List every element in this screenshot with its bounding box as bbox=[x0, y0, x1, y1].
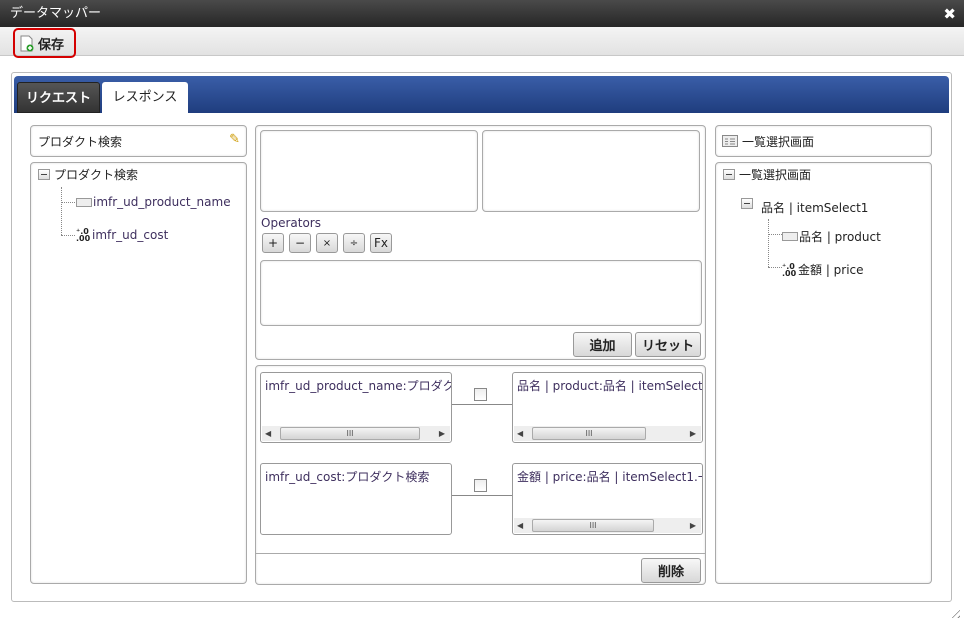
mapping-connector bbox=[452, 404, 512, 405]
tree-root-label: 一覧選択画面 bbox=[739, 168, 812, 182]
new-document-icon bbox=[20, 35, 34, 51]
number-field-icon: ⁺.0.00 bbox=[782, 261, 797, 278]
target-expression-field[interactable] bbox=[482, 130, 700, 212]
divide-button[interactable]: ÷ bbox=[343, 233, 365, 253]
mapping-checkbox[interactable] bbox=[474, 388, 487, 401]
tree-line bbox=[768, 219, 769, 267]
toolbar: 保存 bbox=[0, 27, 964, 58]
source-header-title: プロダクト検索 bbox=[38, 134, 123, 149]
mapping-source-text: imfr_ud_cost:プロダクト検索 bbox=[265, 470, 430, 484]
tree-root[interactable]: 一覧選択画面 bbox=[723, 166, 811, 183]
collapse-icon[interactable] bbox=[38, 169, 50, 180]
divider bbox=[256, 553, 705, 554]
target-header-title: 一覧選択画面 bbox=[742, 134, 815, 149]
mapping-target-text: 品名 | product:品名 | itemSelect1.一 bbox=[517, 379, 703, 393]
tree-node[interactable]: ⁺.0.00 imfr_ud_cost bbox=[76, 227, 169, 243]
plus-button[interactable]: + bbox=[262, 233, 284, 253]
edit-pencil-icon[interactable]: ✎ bbox=[229, 132, 240, 147]
expression-textarea[interactable] bbox=[260, 260, 702, 326]
horizontal-scrollbar[interactable]: ◀ III ▶ bbox=[514, 426, 701, 441]
tree-line bbox=[61, 187, 62, 235]
window-titlebar: データマッパー bbox=[0, 0, 964, 27]
tree-root[interactable]: プロダクト検索 bbox=[38, 166, 138, 183]
mapping-connector bbox=[452, 495, 512, 496]
function-button[interactable]: Fx bbox=[370, 233, 392, 253]
reset-button[interactable]: リセット bbox=[635, 332, 701, 357]
mapping-target[interactable]: 金額 | price:品名 | itemSelect1.一覧 ◀ III ▶ bbox=[512, 463, 703, 535]
resize-grip-icon[interactable] bbox=[948, 606, 960, 618]
save-label: 保存 bbox=[38, 37, 65, 53]
multiply-button[interactable]: × bbox=[316, 233, 338, 253]
tree-node-label: 金額 | price bbox=[798, 263, 864, 277]
source-tree: プロダクト検索 imfr_ud_product_name ⁺.0.00 imfr_… bbox=[30, 162, 247, 584]
horizontal-scrollbar[interactable]: ◀ III ▶ bbox=[262, 426, 450, 441]
collapse-icon[interactable] bbox=[741, 198, 753, 209]
mapping-source[interactable]: imfr_ud_cost:プロダクト検索 bbox=[260, 463, 452, 535]
tab-response[interactable]: レスポンス bbox=[102, 82, 188, 113]
collapse-icon[interactable] bbox=[723, 169, 735, 180]
source-header: プロダクト検索 ✎ bbox=[30, 125, 247, 157]
add-button[interactable]: 追加 bbox=[573, 332, 632, 357]
minus-button[interactable]: − bbox=[289, 233, 311, 253]
tab-bar: リクエスト レスポンス bbox=[14, 76, 949, 113]
list-screen-icon bbox=[722, 135, 738, 147]
tab-request[interactable]: リクエスト bbox=[17, 82, 100, 113]
close-icon[interactable]: ✖ bbox=[943, 0, 956, 29]
mapping-source[interactable]: imfr_ud_product_name:プロダクト検 ◀III▶ bbox=[260, 372, 452, 443]
tree-group[interactable]: 品名 | itemSelect1 bbox=[741, 195, 868, 215]
mapping-target-text: 金額 | price:品名 | itemSelect1.一覧 bbox=[517, 470, 703, 484]
tree-line bbox=[61, 235, 75, 236]
source-expression-field[interactable] bbox=[260, 130, 478, 212]
tree-line bbox=[768, 234, 782, 235]
save-button[interactable]: 保存 bbox=[13, 28, 76, 58]
tree-root-label: プロダクト検索 bbox=[54, 168, 139, 182]
tree-node[interactable]: ⁺.0.00 金額 | price bbox=[782, 261, 864, 278]
delete-button[interactable]: 削除 bbox=[641, 558, 701, 583]
tree-node-label: imfr_ud_cost bbox=[92, 228, 169, 242]
tree-line bbox=[61, 202, 75, 203]
target-tree: 一覧選択画面 品名 | itemSelect1 品名 | product ⁺.0… bbox=[715, 162, 932, 584]
text-field-icon bbox=[76, 197, 92, 207]
window-title: データマッパー bbox=[10, 6, 102, 21]
horizontal-scrollbar[interactable]: ◀ III ▶ bbox=[514, 518, 701, 533]
mapping-checkbox[interactable] bbox=[474, 479, 487, 492]
number-field-icon: ⁺.0.00 bbox=[76, 227, 91, 243]
text-field-icon bbox=[782, 232, 798, 241]
tree-line bbox=[768, 267, 782, 268]
tree-node[interactable]: 品名 | product bbox=[782, 228, 881, 245]
target-header: 一覧選択画面 bbox=[715, 125, 932, 157]
operators-label: Operators bbox=[261, 216, 321, 230]
tree-node-label: 品名 | product bbox=[799, 230, 881, 244]
tree-group-label: 品名 | itemSelect1 bbox=[761, 201, 869, 215]
mapping-source-text: imfr_ud_product_name:プロダクト検 bbox=[265, 379, 451, 393]
tree-node[interactable]: imfr_ud_product_name bbox=[76, 195, 231, 209]
tree-node-label: imfr_ud_product_name bbox=[93, 195, 231, 209]
mapping-target[interactable]: 品名 | product:品名 | itemSelect1.一 ◀III▶ bbox=[512, 372, 703, 443]
